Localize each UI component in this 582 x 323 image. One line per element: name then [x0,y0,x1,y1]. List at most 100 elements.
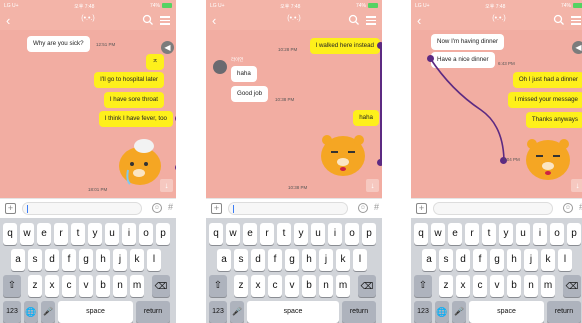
key-g[interactable]: g [79,249,93,271]
key-x[interactable]: x [45,275,59,297]
emoji-icon[interactable]: ☺ [563,203,573,213]
message-input[interactable] [228,202,348,215]
key-f[interactable]: f [268,249,282,271]
key-o[interactable]: o [139,223,153,245]
key-h[interactable]: h [302,249,316,271]
hash-button[interactable]: # [374,202,379,212]
plus-icon[interactable]: + [5,203,16,214]
plus-icon[interactable]: + [211,203,222,214]
key-w[interactable]: w [20,223,34,245]
key-j[interactable]: j [319,249,333,271]
key-q[interactable]: q [3,223,17,245]
key-t[interactable]: t [71,223,85,245]
space-key[interactable]: space [469,301,544,323]
key-h[interactable]: h [96,249,110,271]
search-icon[interactable] [553,14,565,26]
key-g[interactable]: g [285,249,299,271]
key-r[interactable]: r [260,223,274,245]
key-t[interactable]: t [482,223,496,245]
microphone-icon[interactable]: 🎤 [452,301,466,323]
key-f[interactable]: f [473,249,487,271]
key-o[interactable]: o [550,223,564,245]
key-b[interactable]: b [507,275,521,297]
key-k[interactable]: k [336,249,350,271]
key-i[interactable]: i [533,223,547,245]
key-h[interactable]: h [507,249,521,271]
plus-icon[interactable]: + [416,203,427,214]
menu-icon[interactable] [571,16,581,25]
key-i[interactable]: i [122,223,136,245]
search-icon[interactable] [348,14,360,26]
key-p[interactable]: p [156,223,170,245]
key-a[interactable]: a [422,249,436,271]
message-input[interactable] [22,202,142,215]
key-d[interactable]: d [456,249,470,271]
menu-icon[interactable] [160,16,170,25]
key-n[interactable]: n [524,275,538,297]
key-g[interactable]: g [490,249,504,271]
emoji-icon[interactable]: ☺ [358,203,368,213]
globe-icon[interactable]: 🌐 [24,301,38,323]
key-w[interactable]: w [226,223,240,245]
delete-icon[interactable]: ⌫ [358,275,376,297]
shift-icon[interactable]: ⇧ [209,275,227,297]
key-n[interactable]: n [319,275,333,297]
scroll-down-icon[interactable]: ↓ [160,179,173,192]
shift-icon[interactable]: ⇧ [3,275,21,297]
key-y[interactable]: y [294,223,308,245]
key-k[interactable]: k [541,249,555,271]
key-m[interactable]: m [336,275,350,297]
key-e[interactable]: e [448,223,462,245]
key-m[interactable]: m [130,275,144,297]
key-i[interactable]: i [328,223,342,245]
key-z[interactable]: z [28,275,42,297]
return-key[interactable]: return [342,301,376,323]
key-q[interactable]: q [209,223,223,245]
key-x[interactable]: x [251,275,265,297]
space-key[interactable]: space [58,301,133,323]
microphone-icon[interactable]: 🎤 [41,301,55,323]
key-e[interactable]: e [37,223,51,245]
key-p[interactable]: p [362,223,376,245]
key-c[interactable]: c [62,275,76,297]
key-n[interactable]: n [113,275,127,297]
hash-button[interactable]: # [168,202,173,212]
key-t[interactable]: t [277,223,291,245]
scroll-down-icon[interactable]: ↓ [366,179,379,192]
key-m[interactable]: m [541,275,555,297]
key-p[interactable]: p [567,223,581,245]
key-z[interactable]: z [234,275,248,297]
key-d[interactable]: d [251,249,265,271]
key-r[interactable]: r [465,223,479,245]
key-b[interactable]: b [302,275,316,297]
key-k[interactable]: k [130,249,144,271]
key-s[interactable]: s [439,249,453,271]
key-s[interactable]: s [234,249,248,271]
delete-icon[interactable]: ⌫ [563,275,581,297]
key-y[interactable]: y [499,223,513,245]
numbers-key[interactable]: 123 [414,301,432,323]
return-key[interactable]: return [547,301,581,323]
return-key[interactable]: return [136,301,170,323]
numbers-key[interactable]: 123 [209,301,227,323]
space-key[interactable]: space [247,301,339,323]
microphone-icon[interactable]: 🎤 [230,301,244,323]
key-e[interactable]: e [243,223,257,245]
key-l[interactable]: l [558,249,572,271]
key-u[interactable]: u [311,223,325,245]
scroll-down-icon[interactable]: ↓ [571,179,582,192]
key-j[interactable]: j [524,249,538,271]
message-input[interactable] [433,202,553,215]
key-y[interactable]: y [88,223,102,245]
key-r[interactable]: r [54,223,68,245]
key-l[interactable]: l [353,249,367,271]
menu-icon[interactable] [366,16,376,25]
key-a[interactable]: a [11,249,25,271]
key-x[interactable]: x [456,275,470,297]
emoji-icon[interactable]: ☺ [152,203,162,213]
key-l[interactable]: l [147,249,161,271]
key-w[interactable]: w [431,223,445,245]
search-icon[interactable] [142,14,154,26]
numbers-key[interactable]: 123 [3,301,21,323]
key-o[interactable]: o [345,223,359,245]
